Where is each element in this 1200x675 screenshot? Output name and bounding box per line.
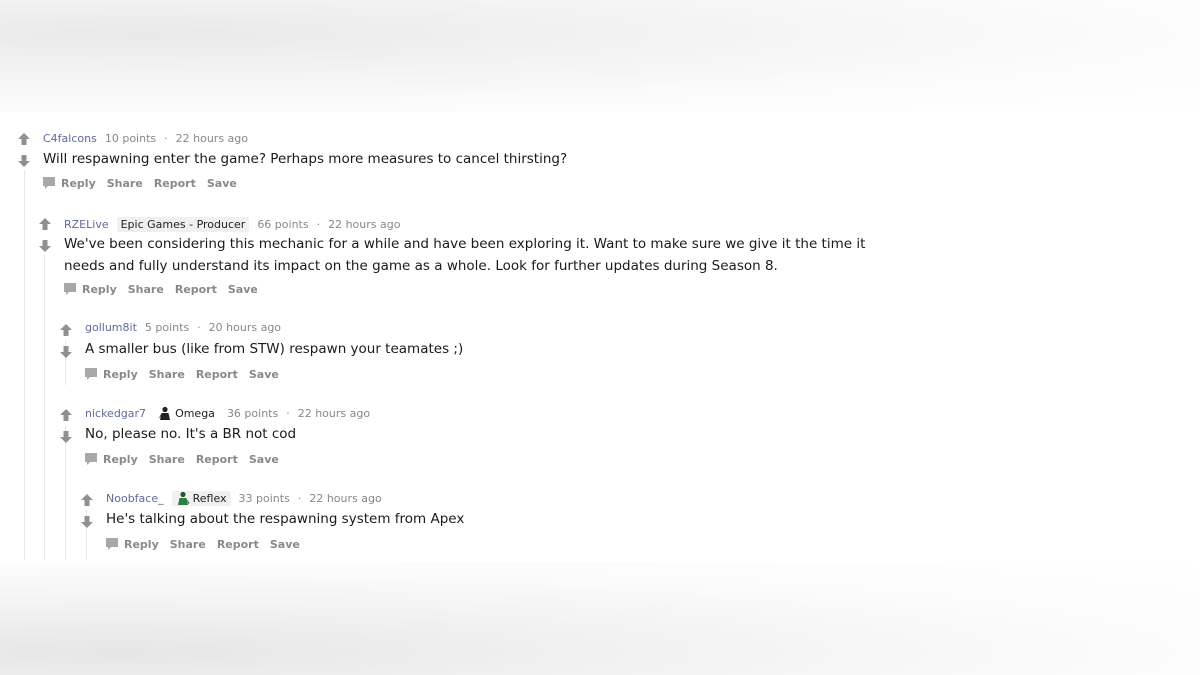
comment-time[interactable]: 20 hours ago	[209, 321, 281, 334]
background-top	[0, 0, 1200, 112]
comment-time[interactable]: 22 hours ago	[176, 132, 248, 145]
comment-header: C4falcons 10 points · 22 hours ago	[43, 132, 248, 146]
downvote-arrow-icon[interactable]	[59, 430, 73, 444]
meta-separator: ·	[316, 218, 321, 231]
reflex-skin-icon	[177, 491, 190, 505]
comment-header: nickedgar7 Omega 36 points · 22 hours ago	[85, 406, 370, 421]
thread-line[interactable]	[24, 170, 25, 560]
reply-button[interactable]: Reply	[124, 538, 159, 551]
comment-author[interactable]: Noobface_	[106, 492, 164, 505]
meta-separator: ·	[297, 492, 302, 505]
comment-header: Noobface_ Reflex 33 points · 22 hours ago	[106, 491, 382, 506]
omega-skin-icon	[158, 406, 171, 420]
comment-points: 10 points	[104, 132, 157, 145]
report-button[interactable]: Report	[196, 453, 238, 466]
comment-text-line: No, please no. It's a BR not cod	[85, 426, 297, 442]
downvote-arrow-icon[interactable]	[80, 515, 94, 529]
meta-separator: ·	[286, 407, 290, 420]
user-flair: Epic Games - Producer	[116, 217, 250, 232]
report-button[interactable]: Report	[217, 538, 259, 551]
save-button[interactable]: Save	[249, 368, 279, 381]
reply-button[interactable]: Reply	[82, 283, 117, 296]
upvote-arrow-icon[interactable]	[80, 493, 94, 507]
comment-body: A smaller bus (like from STW) respawn yo…	[85, 338, 463, 360]
report-button[interactable]: Report	[154, 177, 196, 190]
comment-actions: Reply Share Report Save	[85, 453, 290, 467]
comment-body: Will respawning enter the game? Perhaps …	[43, 148, 567, 170]
meta-separator: ·	[197, 321, 201, 334]
comment-points: 36 points	[226, 407, 279, 420]
share-button[interactable]: Share	[170, 538, 206, 551]
comment-time[interactable]: 22 hours ago	[328, 218, 400, 231]
user-flair: Reflex	[171, 491, 231, 506]
comment-actions: Reply Share Report Save	[85, 368, 290, 382]
downvote-arrow-icon[interactable]	[38, 239, 52, 253]
comment-points: 33 points	[238, 492, 290, 505]
comment-time[interactable]: 22 hours ago	[309, 492, 381, 505]
upvote-arrow-icon[interactable]	[59, 408, 73, 422]
comment-text-line: needs and fully understand its impact on…	[64, 258, 778, 274]
reply-button[interactable]: Reply	[103, 453, 138, 466]
comment-points: 66 points	[257, 218, 309, 231]
user-flair-text: Omega	[175, 407, 215, 420]
report-button[interactable]: Report	[175, 283, 217, 296]
upvote-arrow-icon[interactable]	[38, 217, 52, 231]
comment-text-line: We've been considering this mechanic for…	[64, 236, 866, 252]
share-button[interactable]: Share	[128, 283, 164, 296]
user-flair: Omega	[154, 406, 219, 421]
chat-bubble-icon[interactable]	[85, 453, 97, 465]
upvote-arrow-icon[interactable]	[59, 323, 73, 337]
comment-author[interactable]: gollum8it	[85, 321, 137, 334]
downvote-arrow-icon[interactable]	[59, 345, 73, 359]
background-bottom	[0, 562, 1200, 675]
meta-separator: ·	[164, 132, 168, 145]
reply-button[interactable]: Reply	[103, 368, 138, 381]
comment-body: We've been considering this mechanic for…	[64, 233, 865, 277]
comment-author[interactable]: C4falcons	[43, 132, 97, 145]
share-button[interactable]: Share	[149, 368, 185, 381]
comment-body: He's talking about the respawning system…	[106, 508, 464, 530]
comment-header: gollum8it 5 points · 20 hours ago	[85, 321, 281, 335]
comment-author[interactable]: nickedgar7	[85, 407, 146, 420]
comment-time[interactable]: 22 hours ago	[298, 407, 370, 420]
comment-actions: Reply Share Report Save	[106, 538, 311, 552]
comment-author[interactable]: RZELive	[64, 218, 109, 231]
chat-bubble-icon[interactable]	[64, 283, 76, 295]
comment-points: 5 points	[144, 321, 190, 334]
save-button[interactable]: Save	[228, 283, 258, 296]
report-button[interactable]: Report	[196, 368, 238, 381]
chat-bubble-icon[interactable]	[106, 538, 118, 550]
thread-line[interactable]	[65, 425, 66, 560]
comment-header: RZELive Epic Games - Producer 66 points · 22…	[64, 217, 400, 232]
upvote-arrow-icon[interactable]	[17, 132, 31, 146]
save-button[interactable]: Save	[207, 177, 237, 190]
comment-thread: C4falcons 10 points · 22 hours ago Will res…	[0, 112, 1200, 562]
share-button[interactable]: Share	[107, 177, 143, 190]
comment-actions: Reply Share Report Save	[43, 177, 248, 191]
thread-line[interactable]	[44, 255, 45, 560]
comment-text-line: A smaller bus (like from STW) respawn yo…	[85, 341, 464, 357]
chat-bubble-icon[interactable]	[85, 368, 97, 380]
downvote-arrow-icon[interactable]	[17, 154, 31, 168]
save-button[interactable]: Save	[249, 453, 279, 466]
chat-bubble-icon[interactable]	[43, 177, 55, 189]
reply-button[interactable]: Reply	[61, 177, 96, 190]
comment-text-line: He's talking about the respawning system…	[106, 511, 465, 527]
comment-text-line: Will respawning enter the game? Perhaps …	[43, 151, 568, 167]
save-button[interactable]: Save	[270, 538, 300, 551]
share-button[interactable]: Share	[149, 453, 185, 466]
comment-body: No, please no. It's a BR not cod	[85, 423, 296, 445]
user-flair-text: Reflex	[192, 492, 227, 505]
comment-actions: Reply Share Report Save	[64, 283, 269, 297]
